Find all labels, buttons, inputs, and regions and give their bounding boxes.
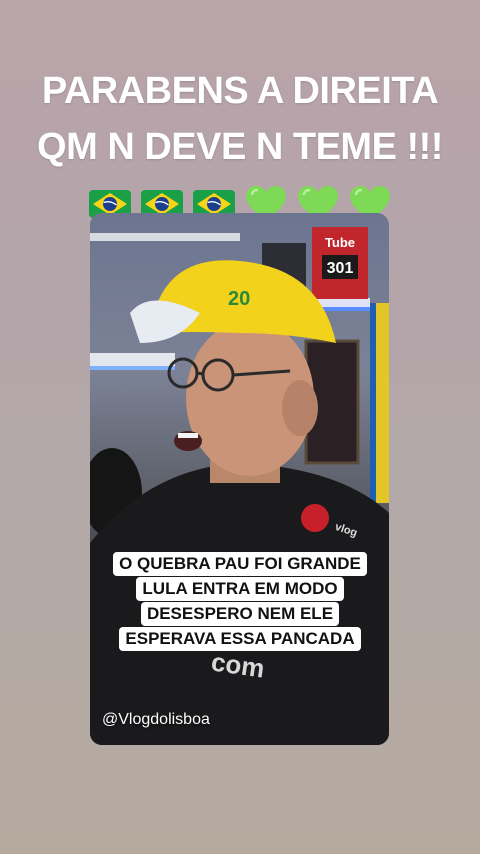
cap-text: 20 bbox=[228, 288, 250, 310]
book-title-text: Tube bbox=[325, 235, 355, 250]
caption-line-3: DESESPERO NEM ELE bbox=[140, 602, 340, 626]
video-frame-illustration: Tube 301 vlog com 20 bbox=[90, 227, 389, 745]
story-text-line-1: PARABENS A DIREITA bbox=[41, 70, 439, 112]
video-caption: O QUEBRA PAU FOI GRANDE LULA ENTRA EM MO… bbox=[109, 552, 371, 652]
book-prop: Tube 301 bbox=[312, 227, 368, 299]
caption-line-1: O QUEBRA PAU FOI GRANDE bbox=[113, 552, 367, 576]
book-number-text: 301 bbox=[327, 260, 354, 277]
watermark-handle: @Vlogdolisboa bbox=[102, 711, 210, 728]
caption-line-4: ESPERAVA ESSA PANCADA bbox=[119, 627, 361, 651]
top-shelf bbox=[90, 233, 240, 241]
story-text-line-2: QM N DEVE N TEME !!! bbox=[37, 126, 443, 168]
lower-shelf bbox=[90, 353, 175, 367]
video-card[interactable]: Tube 301 vlog com 20 O QUEBRA PAU FOI GR… bbox=[90, 213, 389, 745]
caption-line-2: LULA ENTRA EM MODO bbox=[136, 577, 344, 601]
